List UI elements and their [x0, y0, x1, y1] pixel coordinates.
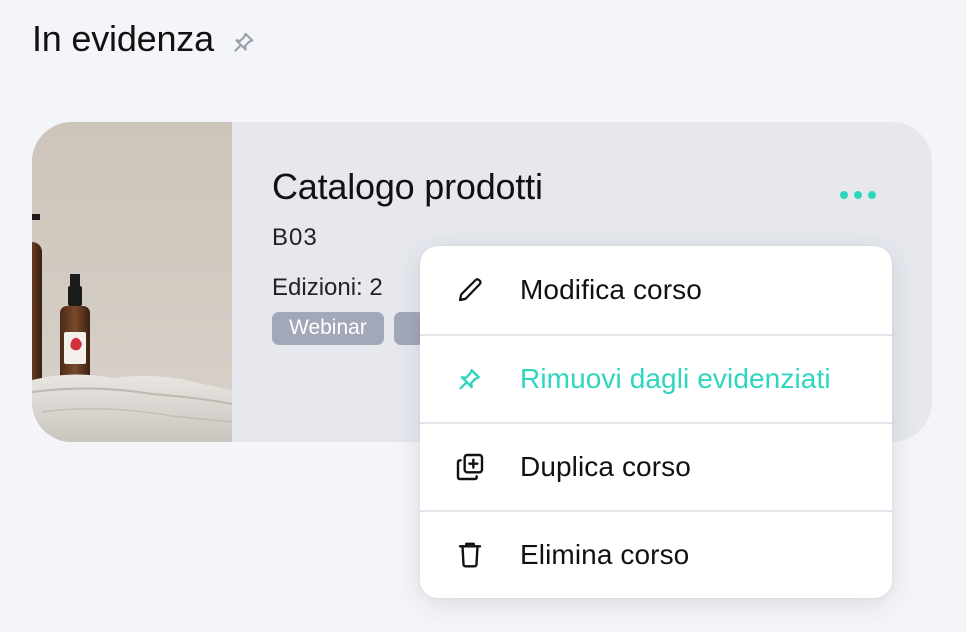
duplicate-icon: [454, 451, 486, 483]
context-menu: Modifica corso Rimuovi dagli evidenziati…: [420, 246, 892, 598]
menu-item-remove-highlight[interactable]: Rimuovi dagli evidenziati: [420, 334, 892, 422]
more-horizontal-icon: [840, 191, 848, 199]
section-header: In evidenza: [32, 18, 258, 60]
menu-item-label: Modifica corso: [520, 274, 702, 305]
menu-item-label: Elimina corso: [520, 539, 690, 570]
page: In evidenza Catalogo prodotti B03 Edizio…: [0, 0, 966, 632]
section-title: In evidenza: [32, 18, 214, 59]
pin-icon: [454, 363, 486, 395]
menu-item-label: Duplica corso: [520, 451, 691, 482]
more-horizontal-icon: [868, 191, 876, 199]
more-options-button[interactable]: [838, 184, 878, 206]
menu-item-delete-course[interactable]: Elimina corso: [420, 510, 892, 598]
menu-item-label: Rimuovi dagli evidenziati: [520, 363, 831, 394]
menu-item-duplicate-course[interactable]: Duplica corso: [420, 422, 892, 510]
trash-icon: [454, 539, 486, 571]
course-title[interactable]: Catalogo prodotti: [272, 166, 932, 208]
pin-outline-icon[interactable]: [230, 28, 258, 56]
tag-webinar: Webinar: [272, 312, 384, 345]
more-horizontal-icon: [854, 191, 862, 199]
menu-item-edit-course[interactable]: Modifica corso: [420, 246, 892, 334]
course-image: [32, 122, 232, 442]
pencil-icon: [454, 274, 486, 306]
